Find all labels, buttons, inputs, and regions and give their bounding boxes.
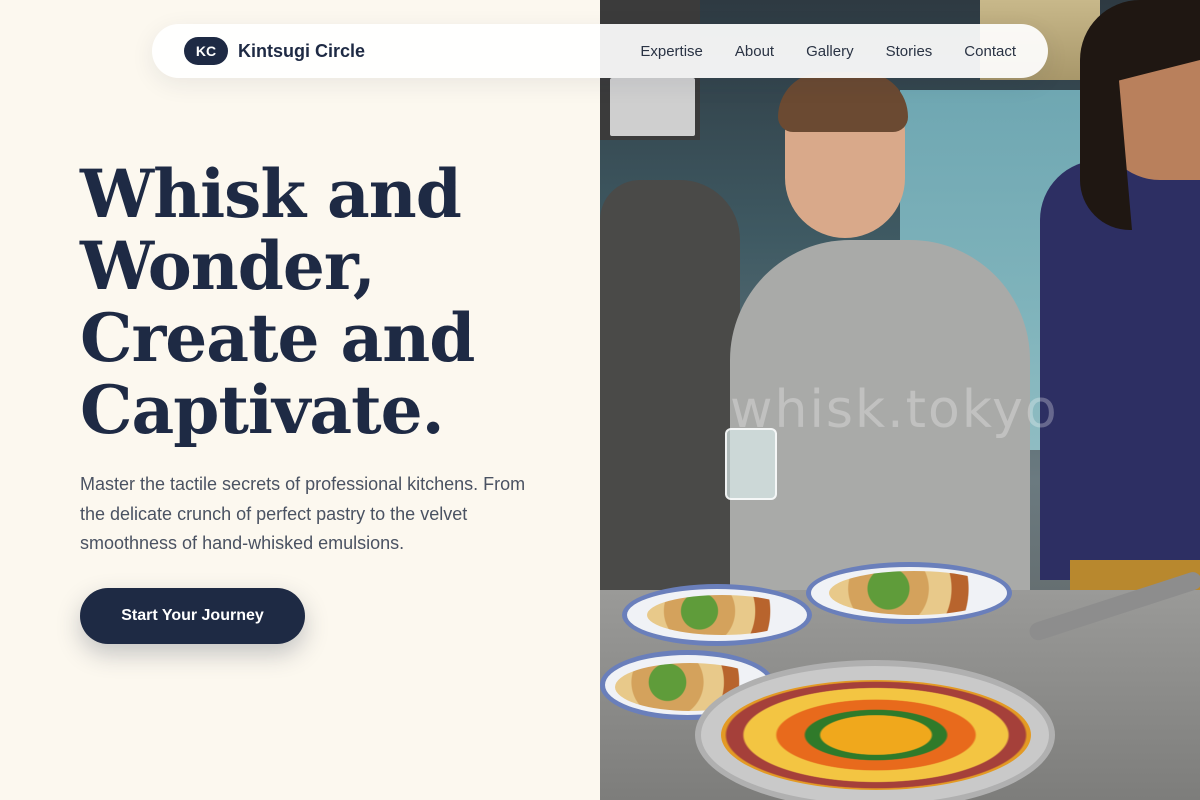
nav-link-contact[interactable]: Contact	[964, 43, 1016, 60]
brand-name: Kintsugi Circle	[238, 40, 366, 61]
watermark-text: whisk.tokyo	[730, 380, 1059, 440]
hero-title: Whisk and Wonder, Create and Captivate.	[80, 158, 580, 446]
photo-pan-food	[721, 680, 1031, 790]
nav-link-expertise[interactable]: Expertise	[640, 43, 703, 60]
photo-plate-food	[829, 571, 999, 615]
hero-title-line: Create and	[80, 299, 475, 377]
navbar: KC Kintsugi Circle Expertise About Galle…	[152, 24, 1048, 78]
hero-subtitle: Master the tactile secrets of profession…	[80, 474, 526, 553]
nav-link-about[interactable]: About	[735, 43, 774, 60]
nav-link-stories[interactable]: Stories	[886, 43, 933, 60]
photo-microwave	[610, 78, 695, 136]
nav-link-gallery[interactable]: Gallery	[806, 43, 854, 60]
photo-plate	[622, 584, 812, 646]
photo-plate-food	[647, 595, 797, 635]
photo-pan	[695, 660, 1055, 800]
brand-logo[interactable]: KC Kintsugi Circle	[184, 37, 365, 65]
photo-person-center-hair	[778, 72, 908, 132]
photo-person-left	[600, 180, 740, 640]
hero-photo: whisk.tokyo	[600, 0, 1200, 800]
hero-title-line: Whisk and	[80, 155, 462, 233]
nav-links: Expertise About Gallery Stories Contact	[640, 43, 1016, 60]
hero-title-line: Captivate.	[80, 371, 445, 449]
start-journey-button[interactable]: Start Your Journey	[80, 588, 305, 644]
hero-title-line: Wonder,	[80, 227, 376, 305]
photo-plate	[806, 562, 1012, 624]
brand-badge: KC	[184, 37, 228, 65]
